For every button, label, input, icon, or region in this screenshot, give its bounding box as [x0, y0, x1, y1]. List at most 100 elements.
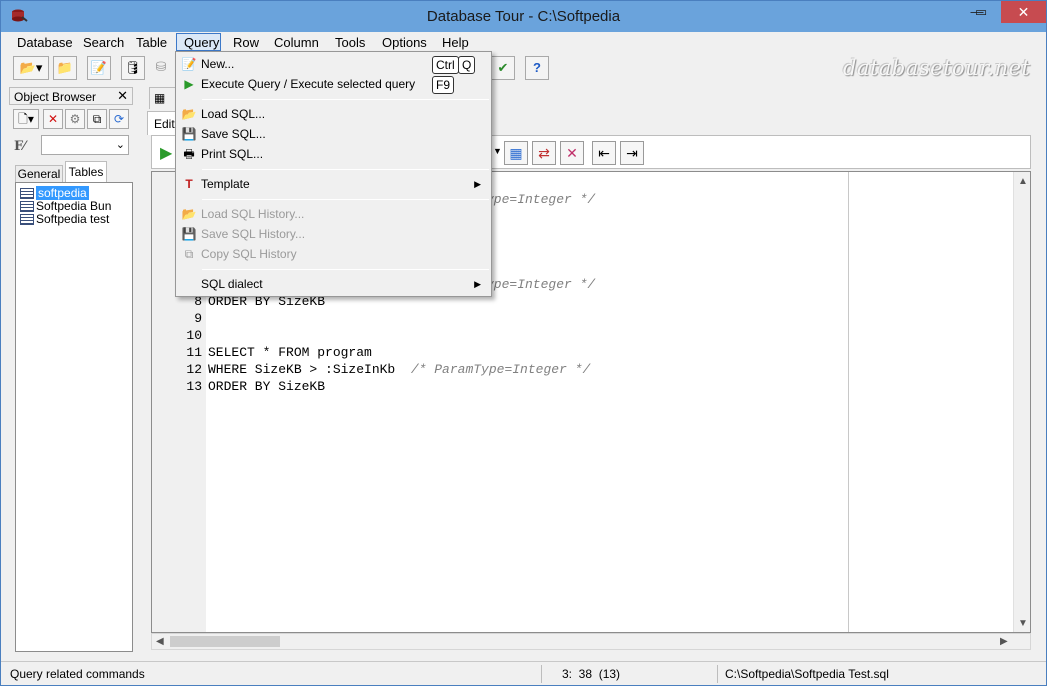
template-icon: T	[185, 177, 193, 191]
open-database-button[interactable]: 📂▾	[13, 56, 49, 80]
vertical-scrollbar[interactable]: ▲ ▼	[1013, 172, 1030, 632]
menu-item-copy-sql-history[interactable]: ⧉ Copy SQL History	[178, 244, 489, 264]
close-icon[interactable]: ✕	[117, 88, 128, 104]
delete-icon: ✕	[47, 112, 59, 126]
file-path: C:\Softpedia\Softpedia Test.sql	[725, 667, 889, 681]
scroll-down-icon[interactable]: ▼	[1018, 618, 1028, 629]
line-number: 11	[186, 345, 202, 360]
title-bar[interactable]: Database Tour - C:\Softpedia — ▭ ✕	[1, 1, 1046, 32]
menu-table[interactable]: Table	[134, 34, 169, 52]
line-number: 9	[194, 311, 202, 326]
line-number: 10	[186, 328, 202, 343]
delete-object-button[interactable]: ✕	[43, 109, 63, 129]
code-text: WHERE SizeKB > :SizeInKb	[208, 362, 411, 377]
new-object-button[interactable]: 🗋▾	[13, 109, 39, 129]
menu-bar: Database Search Table Query Row Column T…	[9, 32, 1041, 52]
commit-button[interactable]: ✔	[491, 56, 515, 80]
table-grid-icon: ▦	[154, 91, 166, 105]
menu-database[interactable]: Database	[15, 34, 75, 52]
outdent-button[interactable]: ⇤	[592, 141, 616, 165]
code-line: WHERE SizeKB > :SizeInKb /* ParamType=In…	[208, 361, 590, 378]
folder-red-icon: 📁	[56, 60, 74, 75]
indent-button[interactable]: ⇥	[620, 141, 644, 165]
menu-item-save-sql-history[interactable]: 💾 Save SQL History...	[178, 224, 489, 244]
printer-icon: 🖶	[183, 147, 195, 161]
menu-row[interactable]: Row	[231, 34, 261, 52]
close-button[interactable]: ✕	[1001, 1, 1046, 23]
object-browser-panel: Object Browser ✕ 🗋▾ ✕ ⚙ ⧉ ⟳ F⁄ ⌄ General…	[9, 87, 133, 657]
copy-object-button[interactable]: ⧉	[87, 109, 107, 129]
scroll-right-icon[interactable]: ▶	[1000, 636, 1008, 647]
menu-search[interactable]: Search	[81, 34, 126, 52]
menu-separator	[202, 269, 489, 270]
menu-item-new[interactable]: 📝 New... Ctrl Q	[178, 54, 489, 74]
scroll-left-icon[interactable]: ◀	[156, 636, 164, 647]
shortcut-key: F9	[432, 76, 455, 94]
horizontal-scrollbar[interactable]: ◀ ▶	[151, 633, 1031, 650]
tab-tables[interactable]: Tables	[65, 161, 107, 183]
tables-list: softpedia Softpedia Bun Softpedia test	[15, 182, 133, 652]
menu-column[interactable]: Column	[272, 34, 321, 52]
check-icon: ✔	[497, 60, 509, 75]
menu-item-execute-query[interactable]: ▶ Execute Query / Execute selected query…	[178, 74, 489, 94]
disconnect-button[interactable]: ⛁	[149, 56, 173, 80]
open-file-button[interactable]: 📁	[53, 56, 77, 80]
new-document-icon: 🗋	[18, 112, 28, 126]
copy-icon: ⧉	[184, 247, 194, 261]
run-query-icon[interactable]: ▶	[160, 143, 172, 163]
properties-button[interactable]: ⚙	[65, 109, 85, 129]
submenu-arrow-icon: ▶	[474, 179, 481, 189]
code-line: ORDER BY SizeKB	[208, 379, 326, 394]
note-icon: 📝	[90, 60, 108, 75]
clear-button[interactable]: ✕	[560, 141, 584, 165]
menu-tools[interactable]: Tools	[333, 34, 367, 52]
scrollbar-thumb[interactable]	[170, 636, 280, 647]
cursor-position: 3: 38 (13)	[562, 667, 621, 681]
clear-icon: ✕	[566, 145, 578, 161]
grid-view-button[interactable]: ▦	[504, 141, 528, 165]
table-icon	[20, 201, 34, 212]
code-line: SELECT * FROM program	[208, 345, 372, 360]
panel-splitter[interactable]	[137, 87, 143, 657]
object-browser-title: Object Browser	[14, 90, 97, 104]
refresh-icon: ⟳	[113, 112, 125, 126]
object-filter-select[interactable]: ⌄	[41, 135, 129, 155]
submenu-arrow-icon: ▶	[474, 279, 481, 289]
outdent-icon: ⇤	[598, 145, 610, 161]
status-divider	[541, 665, 542, 683]
edit-button[interactable]: 📝	[87, 56, 111, 80]
line-number: 13	[186, 379, 202, 394]
save-icon: 💾	[181, 127, 197, 141]
refresh-button[interactable]: ⟳	[109, 109, 129, 129]
menu-separator	[202, 169, 489, 170]
menu-item-sql-dialect[interactable]: SQL dialect ▶	[178, 274, 489, 294]
shortcut-key: Q	[458, 56, 476, 74]
menu-item-template[interactable]: T Template ▶	[178, 174, 489, 194]
menu-separator	[202, 99, 489, 100]
status-divider	[717, 665, 718, 683]
dropdown-arrow-icon[interactable]: ▼	[493, 146, 502, 156]
scroll-up-icon[interactable]: ▲	[1018, 176, 1028, 187]
export-button[interactable]: ⇄	[532, 141, 556, 165]
help-button[interactable]: ?	[525, 56, 549, 80]
list-item[interactable]: Softpedia test	[20, 213, 109, 226]
run-icon: ▶	[184, 77, 194, 91]
indent-icon: ⇥	[626, 145, 638, 161]
shortcut-key: Ctrl	[432, 56, 459, 74]
menu-item-print-sql[interactable]: 🖶 Print SQL...	[178, 144, 489, 164]
copy-icon: ⧉	[92, 112, 102, 126]
menu-item-save-sql[interactable]: 💾 Save SQL...	[178, 124, 489, 144]
menu-query[interactable]: Query	[176, 33, 221, 51]
object-browser-header: Object Browser ✕	[9, 87, 133, 105]
maximize-button[interactable]: ▭	[967, 1, 995, 23]
menu-help[interactable]: Help	[440, 34, 471, 52]
filter-icon[interactable]: F⁄	[14, 139, 25, 154]
tab-general[interactable]: General	[15, 165, 63, 183]
connect-button[interactable]: 🛢	[121, 56, 145, 80]
export-icon: ⇄	[538, 145, 550, 161]
menu-item-load-sql-history[interactable]: 📂 Load SQL History...	[178, 204, 489, 224]
main-window: Database Tour - C:\Softpedia — ▭ ✕ Datab…	[0, 0, 1047, 686]
table-icon	[20, 214, 34, 225]
menu-options[interactable]: Options	[380, 34, 429, 52]
menu-item-load-sql[interactable]: 📂 Load SQL...	[178, 104, 489, 124]
